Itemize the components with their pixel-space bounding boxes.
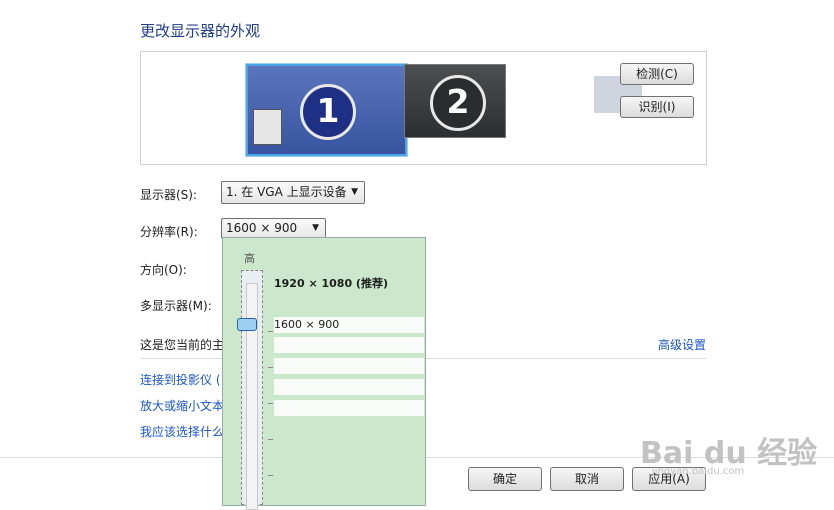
resolution-popup: 高 1920 × 1080 (推荐) 1600 × 900 — [222, 237, 426, 510]
page-title: 更改显示器的外观 — [140, 22, 261, 40]
resolution-option[interactable] — [274, 400, 424, 416]
multi-display-label: 多显示器(M): — [140, 299, 212, 313]
orientation-label: 方向(O): — [140, 263, 187, 277]
detect-button[interactable]: 检测(C) — [620, 63, 694, 85]
monitor-2[interactable]: 2 — [404, 64, 506, 138]
resolution-option[interactable] — [274, 379, 424, 395]
slider-tick — [268, 475, 273, 476]
resolution-option[interactable] — [274, 358, 424, 374]
cancel-button[interactable]: 取消 — [550, 467, 624, 491]
resolution-option[interactable]: 1920 × 1080 (推荐) — [274, 275, 388, 291]
slider-tick — [268, 331, 273, 332]
resolution-select[interactable]: 1600 × 900 ▼ — [221, 218, 326, 239]
monitor-1[interactable]: 1 — [246, 64, 643, 156]
display-help-link[interactable]: 我应该选择什么 — [140, 423, 224, 440]
slider-tick — [268, 439, 273, 440]
slider-thumb[interactable] — [237, 318, 257, 331]
chevron-down-icon: ▼ — [351, 187, 358, 197]
display-select-value: 1. 在 VGA 上显示设备 — [226, 185, 347, 199]
slider-tick — [268, 367, 273, 368]
display-label: 显示器(S): — [140, 188, 198, 202]
resolution-option[interactable]: 1600 × 900 — [274, 317, 424, 333]
projector-link[interactable]: 连接到投影仪 ( — [140, 371, 221, 388]
monitor-number: 2 — [430, 75, 486, 131]
monitor-number: 1 — [300, 84, 356, 140]
identify-button[interactable]: 识别(I) — [620, 96, 694, 118]
slider-tick — [268, 403, 273, 404]
text-size-link[interactable]: 放大或缩小文本 — [140, 397, 224, 414]
chevron-down-icon: ▼ — [312, 223, 319, 233]
resolution-slider[interactable] — [241, 270, 273, 510]
display-select[interactable]: 1. 在 VGA 上显示设备 ▼ — [221, 181, 365, 204]
advanced-settings-link[interactable]: 高级设置 — [658, 336, 706, 353]
ok-button[interactable]: 确定 — [468, 467, 542, 491]
resolution-label: 分辨率(R): — [140, 225, 198, 239]
slider-high-label: 高 — [244, 252, 255, 265]
current-display-text: 这是您当前的主 — [140, 338, 225, 352]
resolution-select-value: 1600 × 900 — [226, 221, 298, 235]
resolution-option[interactable] — [274, 337, 424, 353]
watermark-url: jingyan.baidu.com — [652, 466, 745, 477]
document-icon — [253, 109, 282, 145]
